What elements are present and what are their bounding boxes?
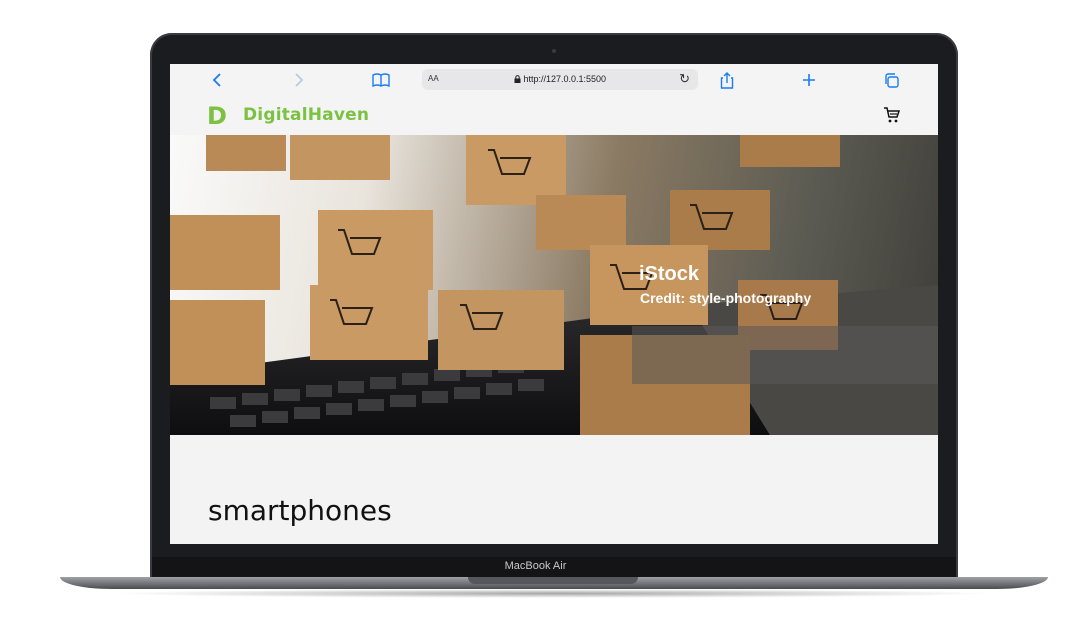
laptop-notch: [468, 577, 638, 584]
reader-book-icon[interactable]: [371, 70, 391, 90]
tabs-icon[interactable]: [881, 70, 901, 90]
new-tab-icon[interactable]: [799, 70, 819, 90]
reload-icon[interactable]: ↻: [679, 71, 690, 87]
site-header: D DigitalHaven: [170, 95, 938, 135]
forward-icon[interactable]: [289, 70, 309, 90]
watermark-panel: [632, 326, 938, 384]
browser-screen: AA http://127.0.0.1:5500 ↻ D DigitalHave…: [170, 64, 938, 544]
camera-dot: [552, 49, 556, 53]
brand-name[interactable]: DigitalHaven: [243, 105, 369, 125]
watermark-credit: Credit: style-photography: [640, 290, 812, 306]
laptop-shadow: [110, 589, 998, 598]
device-label: MacBook Air: [504, 560, 567, 572]
hero-illustration: [170, 135, 938, 435]
back-icon[interactable]: [207, 70, 227, 90]
cart-icon[interactable]: [883, 106, 901, 124]
hero-image: [170, 135, 938, 435]
url-value: http://127.0.0.1:5500: [523, 74, 607, 84]
watermark-brand: iStock: [639, 263, 700, 285]
logo-mark[interactable]: D: [207, 102, 227, 130]
url-text[interactable]: http://127.0.0.1:5500: [422, 74, 698, 84]
browser-toolbar: AA http://127.0.0.1:5500 ↻: [170, 64, 938, 95]
address-bar[interactable]: AA http://127.0.0.1:5500 ↻: [422, 69, 698, 90]
share-icon[interactable]: [717, 70, 737, 90]
category-heading: smartphones: [208, 494, 392, 527]
